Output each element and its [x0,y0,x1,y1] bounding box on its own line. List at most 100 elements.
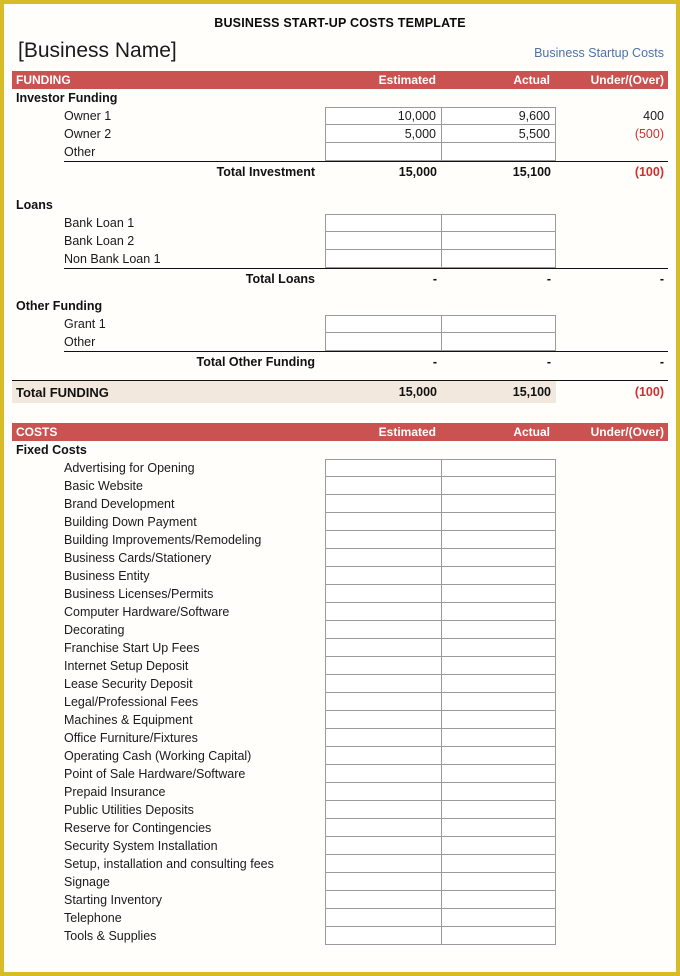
actual-input[interactable]: 9,600 [442,107,556,125]
actual-input[interactable] [442,711,556,729]
actual-input[interactable] [442,729,556,747]
estimated-input[interactable]: 10,000 [325,107,442,125]
estimated-input[interactable] [325,477,442,495]
total-other-funding-row: Total Other Funding - - - [12,352,668,372]
under-over-value [556,783,668,801]
actual-input[interactable] [442,513,556,531]
under-over-value [556,603,668,621]
under-over-value [556,513,668,531]
estimated-input[interactable] [325,747,442,765]
actual-input[interactable] [442,693,556,711]
actual-input[interactable] [442,549,556,567]
total-estimated: 15,000 [398,165,437,179]
row-label: Business Licenses/Permits [64,586,214,601]
estimated-input[interactable] [325,513,442,531]
estimated-input[interactable] [325,891,442,909]
estimated-input[interactable] [325,567,442,585]
table-row: Starting Inventory [12,891,668,909]
actual-input[interactable] [442,747,556,765]
estimated-input[interactable] [325,819,442,837]
business-startup-costs-link[interactable]: Business Startup Costs [534,46,664,62]
actual-input[interactable] [442,819,556,837]
estimated-input[interactable] [325,585,442,603]
estimated-input[interactable] [325,909,442,927]
estimated-input[interactable] [325,657,442,675]
estimated-input[interactable] [325,639,442,657]
estimated-input[interactable] [325,765,442,783]
actual-input[interactable] [442,477,556,495]
under-over-value [556,927,668,945]
estimated-input[interactable] [325,549,442,567]
total-investment-row: Total Investment 15,000 15,100 (100) [12,162,668,182]
actual-input[interactable] [442,250,556,268]
actual-input[interactable] [442,909,556,927]
estimated-input[interactable] [325,729,442,747]
estimated-input[interactable] [325,675,442,693]
estimated-input[interactable]: 5,000 [325,125,442,143]
actual-input[interactable] [442,567,556,585]
worksheet: BUSINESS START-UP COSTS TEMPLATE [Busine… [4,4,676,972]
estimated-input[interactable] [325,333,442,351]
actual-input[interactable] [442,837,556,855]
total-funding-actual: 15,100 [442,381,556,403]
under-over-value [556,819,668,837]
estimated-input[interactable] [325,693,442,711]
estimated-input[interactable] [325,783,442,801]
total-funding-under-over: (100) [634,385,664,399]
actual-input[interactable] [442,639,556,657]
actual-input[interactable] [442,801,556,819]
actual-input[interactable] [442,873,556,891]
actual-input[interactable] [442,855,556,873]
estimated-input[interactable] [325,837,442,855]
costs-col-actual: Actual [513,425,550,439]
under-over-value [556,639,668,657]
estimated-input[interactable] [325,250,442,268]
actual-input[interactable] [442,603,556,621]
actual-input[interactable] [442,214,556,232]
actual-input[interactable] [442,232,556,250]
estimated-input[interactable] [325,143,442,161]
under-over-value [556,621,668,639]
estimated-input[interactable] [325,232,442,250]
estimated-input[interactable] [325,711,442,729]
estimated-input[interactable] [325,531,442,549]
under-over-value [556,333,668,351]
estimated-input[interactable] [325,459,442,477]
actual-input[interactable] [442,531,556,549]
under-over-value [556,214,668,232]
table-row: Other [12,333,668,351]
actual-input[interactable] [442,927,556,945]
row-label: Machines & Equipment [64,712,193,727]
actual-input[interactable] [442,315,556,333]
estimated-input[interactable] [325,495,442,513]
actual-input[interactable] [442,333,556,351]
actual-input[interactable] [442,891,556,909]
actual-input[interactable] [442,459,556,477]
estimated-input[interactable] [325,927,442,945]
actual-input[interactable] [442,621,556,639]
table-row: Operating Cash (Working Capital) [12,747,668,765]
actual-input[interactable] [442,495,556,513]
under-over-value [556,315,668,333]
actual-input[interactable] [442,657,556,675]
actual-input[interactable] [442,675,556,693]
row-label: Building Improvements/Remodeling [64,532,262,547]
estimated-input[interactable] [325,315,442,333]
under-over-value [556,477,668,495]
actual-input[interactable] [442,143,556,161]
estimated-input[interactable] [325,873,442,891]
estimated-input[interactable] [325,214,442,232]
under-over-value [556,711,668,729]
under-over-value [556,801,668,819]
actual-input[interactable] [442,765,556,783]
business-name-field[interactable]: [Business Name] [18,40,177,61]
estimated-input[interactable] [325,621,442,639]
estimated-input[interactable] [325,603,442,621]
actual-input[interactable]: 5,500 [442,125,556,143]
costs-section-header: COSTS Estimated Actual Under/(Over) [12,423,668,441]
estimated-input[interactable] [325,855,442,873]
actual-input[interactable] [442,783,556,801]
under-over-value: 400 [643,109,664,123]
actual-input[interactable] [442,585,556,603]
estimated-input[interactable] [325,801,442,819]
